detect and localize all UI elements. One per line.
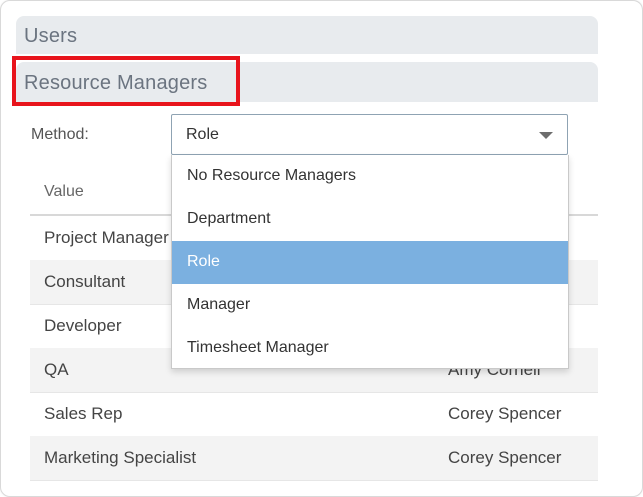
dropdown-option-role[interactable]: Role bbox=[172, 241, 568, 284]
dropdown-option-manager[interactable]: Manager bbox=[172, 284, 568, 327]
row-value: Consultant bbox=[44, 272, 126, 291]
dropdown-option-label: No Resource Managers bbox=[187, 167, 356, 184]
column-header-value: Value bbox=[44, 183, 84, 200]
row-value: Marketing Specialist bbox=[44, 448, 197, 467]
section-users[interactable]: Users bbox=[16, 16, 598, 54]
dropdown-option-no-resource-managers[interactable]: No Resource Managers bbox=[172, 155, 568, 198]
table-row[interactable]: Marketing Specialist Corey Spencer bbox=[30, 436, 598, 481]
chevron-down-icon[interactable] bbox=[539, 132, 553, 139]
row-value: QA bbox=[44, 360, 69, 379]
row-value: Sales Rep bbox=[44, 404, 123, 423]
table-row[interactable]: Sales Rep Corey Spencer bbox=[30, 392, 598, 437]
row-value: Project Manager bbox=[44, 228, 169, 247]
section-users-title: Users bbox=[24, 25, 78, 47]
dropdown-option-label: Timesheet Manager bbox=[187, 339, 329, 356]
dropdown-option-label: Manager bbox=[187, 296, 251, 313]
dropdown-option-department[interactable]: Department bbox=[172, 198, 568, 241]
method-select[interactable]: Role bbox=[171, 114, 568, 155]
row-manager: Corey Spencer bbox=[448, 448, 562, 467]
row-manager: Corey Spencer bbox=[448, 404, 562, 423]
row-value: Developer bbox=[44, 316, 122, 335]
dropdown-option-label: Role bbox=[187, 253, 220, 270]
highlight-annotation-box bbox=[12, 56, 240, 106]
method-select-value: Role bbox=[186, 126, 219, 143]
method-dropdown-menu: No Resource Managers Department Role Man… bbox=[171, 155, 569, 369]
dropdown-option-label: Department bbox=[187, 210, 271, 227]
dropdown-option-timesheet-manager[interactable]: Timesheet Manager bbox=[172, 327, 568, 370]
method-label: Method: bbox=[31, 126, 89, 143]
